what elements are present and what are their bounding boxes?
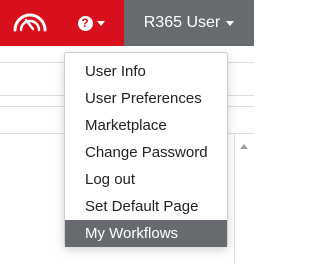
menu-item-log-out[interactable]: Log out [65,166,227,193]
user-menu-button[interactable]: R365 User [124,0,254,46]
caret-down-icon [96,20,105,26]
caret-down-icon [226,20,235,26]
column-divider [234,134,235,264]
menu-item-marketplace[interactable]: Marketplace [65,112,227,139]
question-circle-icon: ? [77,15,93,31]
speedometer-logo-icon[interactable] [12,10,48,34]
user-menu-label: R365 User [143,14,221,31]
top-navbar: ? R365 User [0,0,254,46]
scroll-up-arrow-icon[interactable] [240,144,248,149]
menu-item-user-preferences[interactable]: User Preferences [65,85,227,112]
help-menu-button[interactable]: ? [62,0,120,46]
menu-item-set-default-page[interactable]: Set Default Page [65,193,227,220]
menu-item-my-workflows[interactable]: My Workflows [65,220,227,247]
app-window: ? R365 User User Info User Preferences M… [0,0,254,264]
menu-item-user-info[interactable]: User Info [65,58,227,85]
menu-item-change-password[interactable]: Change Password [65,139,227,166]
user-dropdown-menu: User Info User Preferences Marketplace C… [64,52,228,247]
